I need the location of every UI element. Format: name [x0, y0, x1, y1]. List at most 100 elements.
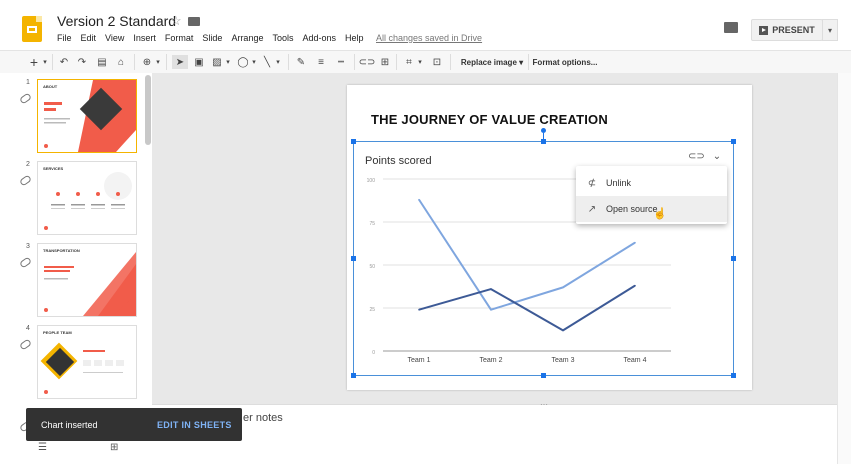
slide-filmstrip: 1 ABOUT 2 SERVICES 3 TRANSPORTATION 4 PE… [0, 73, 152, 464]
toolbar-divider [134, 54, 135, 70]
border-dash-icon[interactable]: ┅ [334, 55, 348, 69]
link-icon[interactable]: ⊂⊃ [359, 55, 376, 69]
shape-icon[interactable]: ◯ [236, 55, 250, 69]
linked-object-icon [18, 338, 33, 351]
resize-handle[interactable] [731, 373, 736, 378]
slide-number: 4 [26, 325, 30, 332]
rotate-handle-stem [543, 133, 544, 141]
edit-in-sheets-button[interactable]: EDIT IN SHEETS [157, 420, 232, 430]
print-icon[interactable]: ▤ [95, 55, 109, 69]
present-dropdown-button[interactable]: ▾ [822, 19, 838, 41]
star-icon[interactable]: ☆ [170, 13, 182, 29]
toolbar-divider [396, 54, 397, 70]
linked-object-icon [18, 92, 33, 105]
menu-item-unlink[interactable]: ⊄ Unlink [576, 170, 727, 196]
border-weight-icon[interactable]: ≡ [314, 55, 328, 69]
toast-message: Chart inserted [41, 420, 98, 430]
resize-handle[interactable] [351, 373, 356, 378]
filmstrip-slide-1[interactable]: 1 ABOUT [0, 75, 150, 153]
canvas-scrollbar[interactable] [837, 73, 851, 464]
present-label: PRESENT [772, 25, 815, 35]
new-slide-icon[interactable]: + [27, 54, 41, 70]
image-dropdown-icon[interactable]: ▾ [224, 55, 232, 69]
comment-add-icon[interactable]: ⊞ [378, 55, 392, 69]
menu-item-label: Unlink [606, 178, 632, 188]
menu-item-open-source[interactable]: ↗ Open source [576, 196, 727, 222]
format-options-button[interactable]: Format options... [532, 55, 598, 69]
document-title[interactable]: Version 2 Standard [57, 13, 176, 29]
toolbar-divider [450, 54, 451, 70]
save-status-link[interactable]: All changes saved in Drive [376, 33, 482, 43]
slide-thumbnail-label: TRANSPORTATION [43, 248, 80, 253]
slides-logo-icon[interactable] [22, 16, 42, 42]
menu-tools[interactable]: Tools [272, 33, 293, 43]
chevron-down-icon[interactable]: ⌄ [713, 151, 721, 162]
notes-resize-handle-icon[interactable]: ⋯ [540, 400, 548, 409]
redo-icon[interactable]: ↷ [75, 55, 89, 69]
resize-handle[interactable] [541, 373, 546, 378]
link-icon[interactable]: ⊂⊃ [688, 151, 705, 162]
speaker-notes-placeholder[interactable]: er notes [243, 412, 283, 424]
chart-link-menu: ⊄ Unlink ↗ Open source [576, 166, 727, 224]
filmstrip-scrollbar[interactable] [145, 75, 151, 145]
menu-insert[interactable]: Insert [133, 33, 156, 43]
slide-thumbnail[interactable]: ABOUT [37, 79, 137, 153]
menu-file[interactable]: File [57, 33, 72, 43]
toolbar-divider [52, 54, 53, 70]
filmstrip-slide-2[interactable]: 2 SERVICES [0, 157, 150, 235]
zoom-dropdown-icon[interactable]: ▾ [154, 55, 162, 69]
paint-format-icon[interactable]: ⌂ [114, 55, 128, 69]
border-color-icon[interactable]: ✎ [294, 55, 308, 69]
undo-icon[interactable]: ↶ [57, 55, 71, 69]
filmstrip-slide-4[interactable]: 4 PEOPLE TEAM [0, 321, 150, 399]
hand-cursor-icon: ☝ [653, 208, 667, 220]
menu-help[interactable]: Help [345, 33, 364, 43]
reset-image-icon[interactable]: ⊡ [430, 55, 444, 69]
replace-image-button[interactable]: Replace image ▾ [457, 55, 527, 69]
linked-object-icon [18, 174, 33, 187]
slide-thumbnail-label: ABOUT [43, 84, 58, 89]
menu-view[interactable]: View [105, 33, 124, 43]
menu-format[interactable]: Format [165, 33, 194, 43]
menu-edit[interactable]: Edit [81, 33, 97, 43]
grid-view-icon[interactable]: ⊞ [110, 442, 118, 453]
menu-slide[interactable]: Slide [202, 33, 222, 43]
slide-thumbnail-art [40, 342, 124, 394]
unlink-icon: ⊄ [587, 177, 597, 189]
slide-number: 2 [26, 161, 30, 168]
line-dropdown-icon[interactable]: ▾ [274, 55, 282, 69]
resize-handle[interactable] [731, 256, 736, 261]
text-box-icon[interactable]: ▣ [192, 55, 206, 69]
crop-icon[interactable]: ⌗ [402, 55, 416, 69]
resize-handle[interactable] [731, 139, 736, 144]
resize-handle[interactable] [351, 139, 356, 144]
toolbar-divider [528, 54, 529, 70]
chart-controls: ⊂⊃ ⌄ [688, 149, 728, 163]
line-icon[interactable]: ╲ [260, 55, 274, 69]
resize-handle[interactable] [351, 256, 356, 261]
slide-title[interactable]: THE JOURNEY OF VALUE CREATION [371, 112, 608, 127]
slide-number: 1 [26, 79, 30, 86]
open-external-icon: ↗ [587, 203, 597, 215]
zoom-icon[interactable]: ⊕ [140, 55, 154, 69]
image-icon[interactable]: ▨ [210, 55, 224, 69]
menu-arrange[interactable]: Arrange [231, 33, 263, 43]
shape-dropdown-icon[interactable]: ▾ [250, 55, 258, 69]
present-button[interactable]: PRESENT [751, 19, 823, 41]
slide-thumbnail[interactable]: SERVICES [37, 161, 137, 235]
crop-dropdown-icon[interactable]: ▾ [416, 55, 424, 69]
slide-thumbnail[interactable]: TRANSPORTATION [37, 243, 137, 317]
filmstrip-slide-3[interactable]: 3 TRANSPORTATION [0, 239, 150, 317]
select-pointer-icon[interactable]: ➤ [172, 55, 188, 69]
slide-thumbnail-art [44, 172, 132, 230]
new-slide-dropdown-icon[interactable]: ▾ [41, 55, 49, 69]
slide-thumbnail-label: PEOPLE TEAM [43, 330, 72, 335]
slide-thumbnail[interactable]: PEOPLE TEAM [37, 325, 137, 399]
list-view-icon[interactable]: ☰ [38, 442, 47, 453]
linked-object-icon [18, 256, 33, 269]
folder-icon[interactable] [188, 17, 200, 26]
top-bar: Version 2 Standard ☆ File Edit View Inse… [0, 0, 851, 50]
filmstrip-view-controls: ☰ ⊞ [30, 442, 140, 464]
menu-addons[interactable]: Add-ons [302, 33, 336, 43]
comments-icon[interactable] [724, 22, 738, 33]
